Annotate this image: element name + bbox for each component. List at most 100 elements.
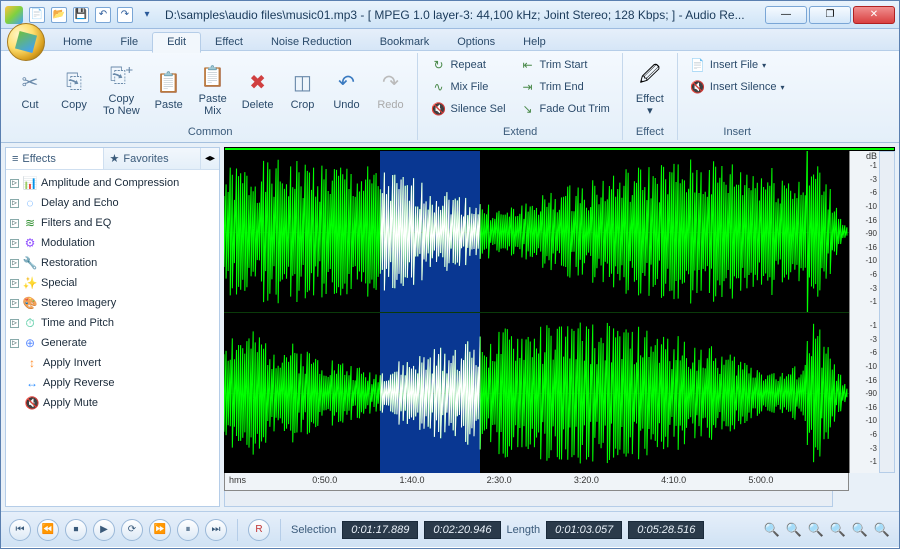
paste-button[interactable]: 📋Paste [148,55,190,125]
sidebar-tab-favorites[interactable]: ★Favorites [104,148,202,169]
tree-item-apply-invert[interactable]: ↕Apply Invert [8,353,217,373]
zoom-sel-icon[interactable]: 🔍 [807,521,825,539]
expand-icon[interactable]: ▷ [10,319,19,328]
effects-tree[interactable]: ▷📊Amplitude and Compression▷◌Delay and E… [6,170,219,506]
vertical-scrollbar[interactable] [879,151,895,473]
tree-item-restoration[interactable]: ▷🔧Restoration [8,253,217,273]
tab-bookmark[interactable]: Bookmark [366,33,444,52]
selection-end[interactable]: 0:02:20.946 [424,521,500,539]
expand-icon[interactable]: ▷ [10,199,19,208]
close-button[interactable]: ✕ [853,6,895,24]
tree-item-label: Apply Invert [43,357,101,369]
qat-open[interactable]: 📂 [51,7,67,23]
repeat-icon: ↻ [430,57,446,73]
tree-item-modulation[interactable]: ▷⚙Modulation [8,233,217,253]
sidebar-tab-effects[interactable]: ≡Effects [6,148,104,169]
tree-item-special[interactable]: ▷✨Special [8,273,217,293]
fade-out-trim-button[interactable]: ↘Fade Out Trim [514,99,616,119]
minimize-button[interactable]: — [765,6,807,24]
group-extend: ↻Repeat∿Mix File🔇Silence Sel ⇤Trim Start… [418,53,622,140]
tree-item-label: Filters and EQ [41,217,111,229]
tab-help[interactable]: Help [509,33,560,52]
zoom-in-icon[interactable]: 🔍 [763,521,781,539]
zoom-all-icon[interactable]: 🔍 [829,521,847,539]
expand-icon[interactable]: ▷ [10,239,19,248]
qat-redo[interactable]: ↷ [117,7,133,23]
transport-start[interactable]: ⏮ [9,519,31,541]
tab-edit[interactable]: Edit [152,32,201,53]
trim-end-button[interactable]: ⇥Trim End [514,77,616,97]
tree-item-stereo-imagery[interactable]: ▷🎨Stereo Imagery [8,293,217,313]
effect-icon: 🖉 [636,63,664,91]
copy-button[interactable]: ⎘Copy [53,55,95,125]
crop-button[interactable]: ◫Crop [281,55,323,125]
tree-item-apply-reverse[interactable]: ↔Apply Reverse [8,373,217,393]
tree-item-icon: 🔧 [22,255,38,271]
expand-icon[interactable]: ▷ [10,299,19,308]
expand-icon[interactable]: ▷ [10,259,19,268]
paste-mix-button[interactable]: 📋PasteMix [192,55,234,125]
expand-icon[interactable]: ▷ [10,179,19,188]
tree-item-time-and-pitch[interactable]: ▷⏱Time and Pitch [8,313,217,333]
transport-play[interactable]: ▶ [93,519,115,541]
tree-item-icon: ⊕ [22,335,38,351]
tree-item-apply-mute[interactable]: 🔇Apply Mute [8,393,217,413]
repeat-button[interactable]: ↻Repeat [424,55,511,75]
qat-save[interactable]: 💾 [73,7,89,23]
cut-button[interactable]: ✂Cut [9,55,51,125]
selection-start[interactable]: 0:01:17.889 [342,521,418,539]
time-scale[interactable]: hms 0:50.01:40.02:30.03:20.04:10.05:00.0 [224,473,849,491]
paste-mix-icon: 📋 [199,63,227,91]
delete-button[interactable]: ✖Delete [236,55,280,125]
waveform-display[interactable] [224,151,849,473]
tab-noise-reduction[interactable]: Noise Reduction [257,33,366,52]
qat-more[interactable]: ▾ [139,7,155,23]
transport-end[interactable]: ⏭ [205,519,227,541]
tree-item-label: Delay and Echo [41,197,119,209]
tree-item-delay-and-echo[interactable]: ▷◌Delay and Echo [8,193,217,213]
tree-item-generate[interactable]: ▷⊕Generate [8,333,217,353]
expand-icon[interactable]: ▷ [10,279,19,288]
silence-sel-button[interactable]: 🔇Silence Sel [424,99,511,119]
qat-undo[interactable]: ↶ [95,7,111,23]
sidebar-collapse[interactable]: ◂▸ [201,148,219,169]
fade-out-trim-icon: ↘ [520,101,536,117]
tab-file[interactable]: File [106,33,152,52]
copy-to-new-button[interactable]: ⎘⁺CopyTo New [97,55,146,125]
tree-item-icon: ≋ [22,215,38,231]
tab-effect[interactable]: Effect [201,33,257,52]
tree-item-icon: ◌ [22,195,38,211]
transport-forward[interactable]: ⏩ [149,519,171,541]
transport-rewind[interactable]: ⏪ [37,519,59,541]
window-title: D:\samples\audio files\music01.mp3 - [ M… [165,8,765,22]
horizontal-scrollbar[interactable] [224,491,833,507]
effect-button[interactable]: 🖉 Effect▾ [629,55,671,125]
transport-pause[interactable]: ⏸ [177,519,199,541]
qat-new[interactable]: 📄 [29,7,45,23]
insert-file-button[interactable]: 📄Insert File ▾ [684,55,791,75]
insert-silence-button[interactable]: 🔇Insert Silence ▾ [684,77,791,97]
tree-item-label: Time and Pitch [41,317,114,329]
transport-stop[interactable]: ⏹ [65,519,87,541]
redo-button[interactable]: ↷Redo [369,55,411,125]
zoom-inv-icon[interactable]: 🔍 [851,521,869,539]
undo-button[interactable]: ↶Undo [325,55,367,125]
transport-play-loop[interactable]: ⟳ [121,519,143,541]
length-total[interactable]: 0:05:28.516 [628,521,704,539]
tab-options[interactable]: Options [443,33,509,52]
zoom-out-icon[interactable]: 🔍 [785,521,803,539]
tab-home[interactable]: Home [49,33,106,52]
maximize-button[interactable]: ❐ [809,6,851,24]
trim-start-button[interactable]: ⇤Trim Start [514,55,616,75]
length-selection[interactable]: 0:01:03.057 [546,521,622,539]
zoom-outv-icon[interactable]: 🔍 [873,521,891,539]
expand-icon[interactable]: ▷ [10,339,19,348]
expand-icon[interactable]: ▷ [10,219,19,228]
mix-file-button[interactable]: ∿Mix File [424,77,511,97]
app-orb[interactable] [7,23,45,61]
record-button[interactable]: R [248,519,270,541]
tree-item-filters-and-eq[interactable]: ▷≋Filters and EQ [8,213,217,233]
app-icon [5,6,23,24]
tree-item-amplitude-and-compression[interactable]: ▷📊Amplitude and Compression [8,173,217,193]
trim-end-icon: ⇥ [520,79,536,95]
